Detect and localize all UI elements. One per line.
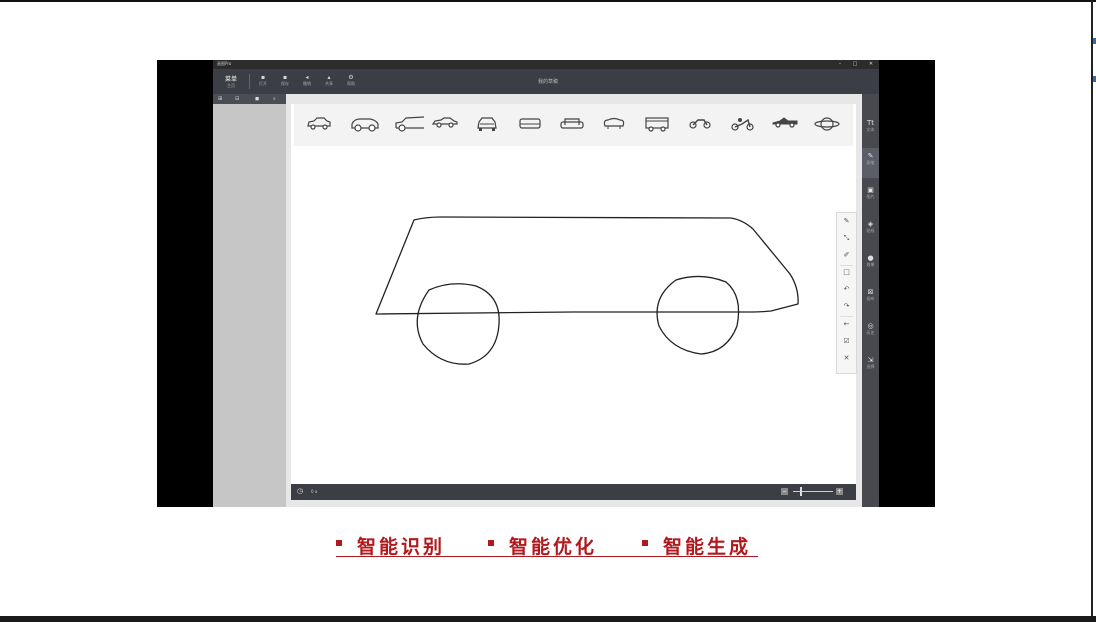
- status-text: 0 a: [311, 489, 318, 494]
- bullet-square-icon: [642, 540, 648, 546]
- undo-icon: ◂: [305, 74, 309, 81]
- tool-separator: [840, 316, 853, 317]
- zoom-slider[interactable]: [793, 491, 833, 492]
- minimize-button[interactable]: –: [833, 61, 847, 67]
- save-button[interactable]: ▪ 保存: [275, 74, 295, 87]
- zoom-out-button[interactable]: −: [781, 488, 788, 495]
- clock-icon: ◷: [297, 487, 304, 495]
- ribbon-toolbar: 菜单 主页 ▪ 打开 ▪ 保存 ◂ 撤销 ▴ 共享 ⚙ 帮助 我的草稿: [213, 69, 879, 94]
- sticker-tool[interactable]: ◈ 贴纸: [862, 220, 879, 234]
- maximize-button[interactable]: □: [848, 61, 862, 67]
- floating-tool-panel: ✎ ⤡ ✐ □ ↶ ↷ ← ☑ ✕: [836, 212, 857, 374]
- save-label: 保存: [281, 81, 289, 86]
- canvas-tool-label: 画布: [866, 296, 875, 301]
- home-menu-button[interactable]: 菜单 主页: [221, 74, 241, 89]
- close-window-button[interactable]: ✕: [864, 61, 878, 67]
- titlebar: 画图Pro – □ ✕: [213, 60, 879, 69]
- drawing-canvas[interactable]: ✎ ⤡ ✐ □ ↶ ↷ ← ☑ ✕: [291, 104, 857, 484]
- ribbon-divider: [249, 74, 250, 89]
- feature-label: 智能生成: [663, 536, 752, 558]
- grid-view-icon[interactable]: ⊞: [218, 96, 222, 102]
- image-icon: ▣: [867, 186, 874, 194]
- effects-tool-label: 效果: [866, 262, 875, 267]
- redo-stroke-icon[interactable]: ↷: [837, 302, 856, 310]
- accept-icon[interactable]: ☑: [837, 337, 856, 345]
- zoom-slider-thumb[interactable]: [800, 487, 802, 496]
- undo-button[interactable]: ◂ 撤销: [297, 74, 317, 87]
- image-tool[interactable]: ▣ 图片: [862, 186, 879, 200]
- share-button[interactable]: ▴ 共享: [319, 74, 339, 87]
- share-icon: ▴: [327, 74, 331, 81]
- sticker-icon: ◈: [867, 220, 874, 228]
- history-tool[interactable]: ◎ 历史: [862, 322, 879, 336]
- app-window: 画图Pro – □ ✕ 菜单 主页 ▪ 打开 ▪ 保存 ◂ 撤销 ▴ 共享 ⚙ …: [213, 60, 879, 507]
- undo-stroke-icon[interactable]: ↶: [837, 285, 856, 293]
- user-sketch: [375, 216, 799, 365]
- help-button[interactable]: ⚙ 帮助: [341, 74, 361, 87]
- brush-icon: ✎: [867, 152, 874, 160]
- left-panel-tabs: ⊞ ⊟ ◼ ⌕: [213, 94, 286, 104]
- folder-icon: ▪: [260, 74, 266, 81]
- bullet-square-icon: [336, 540, 342, 546]
- feature-list: 智能识别 智能优化 智能生成: [336, 532, 758, 558]
- app-name: 画图Pro: [217, 61, 232, 66]
- layer-icon[interactable]: ◼: [255, 96, 259, 102]
- feature-label: 智能优化: [509, 536, 598, 558]
- gear-icon: ⚙: [348, 74, 354, 81]
- list-view-icon[interactable]: ⊟: [235, 96, 239, 102]
- open-label: 打开: [259, 81, 267, 86]
- text-icon: Tt: [866, 119, 875, 127]
- slide-border-top: [0, 0, 1096, 2]
- effects-tool[interactable]: ● 效果: [862, 254, 879, 268]
- open-button[interactable]: ▪ 打开: [253, 74, 273, 87]
- canvas-area: ✎ ⤡ ✐ □ ↶ ↷ ← ☑ ✕ ◷ 0 a − +: [286, 94, 862, 507]
- status-bar: ◷ 0 a − +: [291, 484, 856, 500]
- left-panel: ⊞ ⊟ ◼ ⌕: [213, 94, 286, 507]
- effects-icon: ●: [867, 254, 874, 262]
- feature-label: 智能识别: [357, 536, 446, 558]
- brush-tool-label: 画笔: [866, 160, 875, 165]
- select-tool[interactable]: ⇲ 选择: [862, 356, 879, 370]
- canvas-icon: ⊠: [867, 288, 874, 296]
- right-tool-strip: Tt 文本 ✎ 画笔 ▣ 图片 ◈ 贴纸 ● 效果 ⊠ 画布 ◎ 历史 ⇲ 选择: [862, 94, 879, 507]
- marker-icon[interactable]: ✐: [837, 251, 856, 259]
- home-sub-label: 主页: [227, 83, 235, 88]
- text-tool[interactable]: Tt 文本: [862, 119, 879, 133]
- slide-border-right: [1091, 0, 1093, 622]
- home-label: 菜单: [224, 76, 237, 83]
- search-icon[interactable]: ⌕: [273, 96, 276, 102]
- history-tool-label: 历史: [866, 330, 875, 335]
- feature-underline: [336, 556, 758, 557]
- brush-tool[interactable]: ✎ 画笔: [862, 148, 879, 178]
- undo-label: 撤销: [303, 81, 311, 86]
- pen-icon[interactable]: ✎: [837, 217, 856, 225]
- document-title: 我的草稿: [537, 79, 558, 85]
- save-icon: ▪: [282, 74, 288, 81]
- select-tool-label: 选择: [866, 364, 875, 369]
- share-label: 共享: [325, 81, 333, 86]
- shape-icon[interactable]: □: [837, 268, 856, 276]
- history-icon: ◎: [867, 322, 874, 330]
- select-icon: ⇲: [867, 356, 874, 364]
- back-arrow-icon[interactable]: ←: [837, 320, 856, 328]
- image-tool-label: 图片: [866, 194, 875, 199]
- help-label: 帮助: [347, 81, 355, 86]
- slide-border-bottom: [0, 616, 1096, 622]
- close-icon[interactable]: ✕: [837, 354, 856, 362]
- bullet-square-icon: [488, 540, 494, 546]
- canvas-tool[interactable]: ⊠ 画布: [862, 288, 879, 302]
- zoom-in-button[interactable]: +: [836, 488, 843, 495]
- brush-icon[interactable]: ⤡: [837, 234, 856, 243]
- sticker-tool-label: 贴纸: [866, 228, 875, 233]
- tool-separator: [840, 265, 853, 266]
- text-tool-label: 文本: [866, 127, 875, 132]
